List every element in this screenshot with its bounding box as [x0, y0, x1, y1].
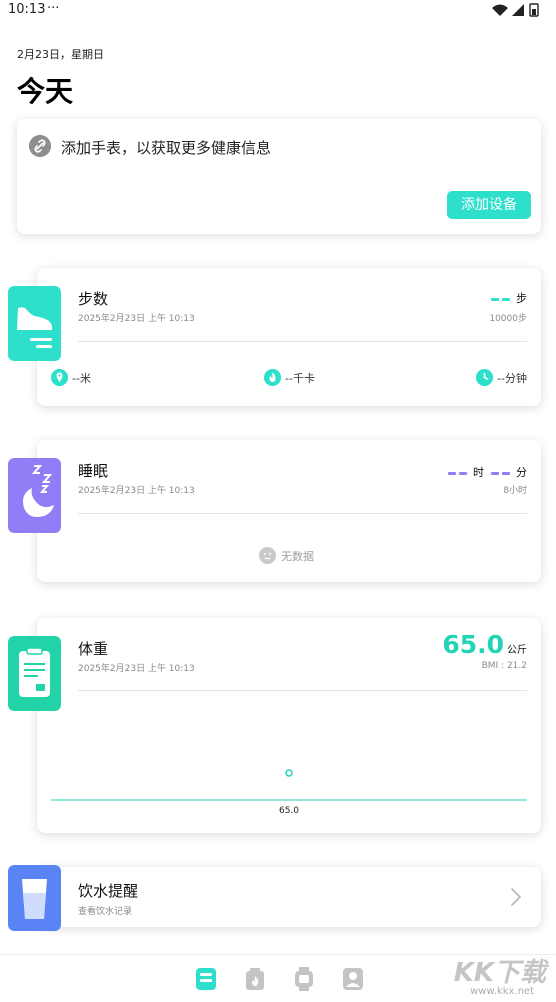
fitness-icon[interactable]: [243, 966, 267, 992]
weight-time: 2025年2月23日 上午 10:13: [78, 664, 195, 674]
steps-placeholder-dash: [490, 297, 499, 301]
status-notification-dots: ···: [47, 1, 60, 16]
add-device-button[interactable]: 添加设备: [447, 191, 531, 219]
weight-unit: 公斤: [507, 645, 527, 656]
sleep-divider: [78, 513, 527, 514]
location-icon: [51, 369, 68, 386]
sleep-time: 2025年2月23日 上午 10:13: [78, 486, 195, 496]
water-title: 饮水提醒: [78, 882, 139, 900]
steps-placeholder-dash: [501, 297, 510, 301]
weight-card[interactable]: 体重 2025年2月23日 上午 10:13 65.0 公斤 BMI : 21.2…: [37, 618, 541, 833]
steps-duration-value: --分钟: [497, 371, 527, 385]
add-watch-text: 添加手表，以获取更多健康信息: [61, 139, 272, 157]
flame-icon: [264, 369, 281, 386]
sleep-placeholder-dash: [490, 471, 499, 475]
sleep-no-data-text: 无数据: [281, 549, 314, 563]
sleep-hour-unit: 时: [473, 466, 484, 479]
sleep-placeholder-dash: [501, 471, 510, 475]
status-bar: 10:13 ···: [0, 0, 556, 22]
sleep-placeholder-dash: [447, 471, 456, 475]
sleep-minute-unit: 分: [516, 466, 527, 479]
weight-bmi: BMI : 21.2: [481, 661, 527, 671]
weight-divider: [78, 690, 527, 691]
clock-icon: [476, 369, 493, 386]
weight-chart: 65.0: [51, 769, 527, 816]
weight-chart-label: 65.0: [279, 806, 299, 816]
watch-icon[interactable]: [292, 966, 316, 992]
watermark-text: KK下载: [453, 958, 546, 988]
sleep-value: 时 分: [447, 464, 527, 480]
chevron-right-icon: [511, 888, 522, 906]
scale-icon: [8, 636, 61, 711]
sleep-no-data: 无数据: [259, 547, 314, 564]
watermark-url: www.kkx.net: [470, 986, 534, 997]
weight-number: 65.0: [442, 630, 504, 659]
water-subtitle: 查看饮水记录: [78, 907, 133, 917]
steps-calories: --千卡: [264, 369, 315, 386]
steps-divider: [78, 341, 527, 342]
add-watch-card: 添加手表，以获取更多健康信息 添加设备: [17, 119, 541, 234]
steps-distance-value: --米: [72, 371, 91, 385]
steps-value: 步: [490, 290, 527, 306]
status-signal-battery-icon: [492, 3, 539, 17]
sleep-title: 睡眠: [78, 462, 109, 480]
steps-title: 步数: [78, 290, 109, 308]
shoe-icon: [8, 286, 61, 361]
steps-card[interactable]: 步数 2025年2月23日 上午 10:13 步 10000步 --米 --千卡…: [37, 268, 541, 406]
steps-goal: 10000步: [489, 314, 527, 324]
sleep-goal: 8小时: [503, 486, 527, 496]
status-time: 10:13: [8, 2, 46, 17]
weight-value: 65.0 公斤: [442, 630, 527, 659]
page-title: 今天: [17, 75, 74, 108]
cup-icon: [8, 865, 61, 931]
water-reminder-card[interactable]: 饮水提醒 查看饮水记录: [37, 867, 541, 927]
weight-title: 体重: [78, 640, 109, 658]
steps-distance: --米: [51, 369, 91, 386]
steps-unit: 步: [516, 292, 527, 305]
moon-icon: [8, 458, 61, 533]
watermark: KK下载 www.kkx.net: [432, 950, 550, 1002]
sleep-card[interactable]: 睡眠 2025年2月23日 上午 10:13 时 分 8小时 无数据: [37, 440, 541, 582]
sleep-placeholder-dash: [458, 471, 467, 475]
steps-duration: --分钟: [476, 369, 527, 386]
profile-icon[interactable]: [341, 966, 365, 992]
steps-time: 2025年2月23日 上午 10:13: [78, 314, 195, 324]
steps-calories-value: --千卡: [285, 371, 315, 385]
date-line: 2月23日，星期日: [17, 48, 104, 61]
weight-chart-point: [285, 769, 293, 777]
sad-face-icon: [259, 547, 276, 564]
today-icon[interactable]: [194, 966, 218, 992]
link-icon: [29, 135, 51, 157]
